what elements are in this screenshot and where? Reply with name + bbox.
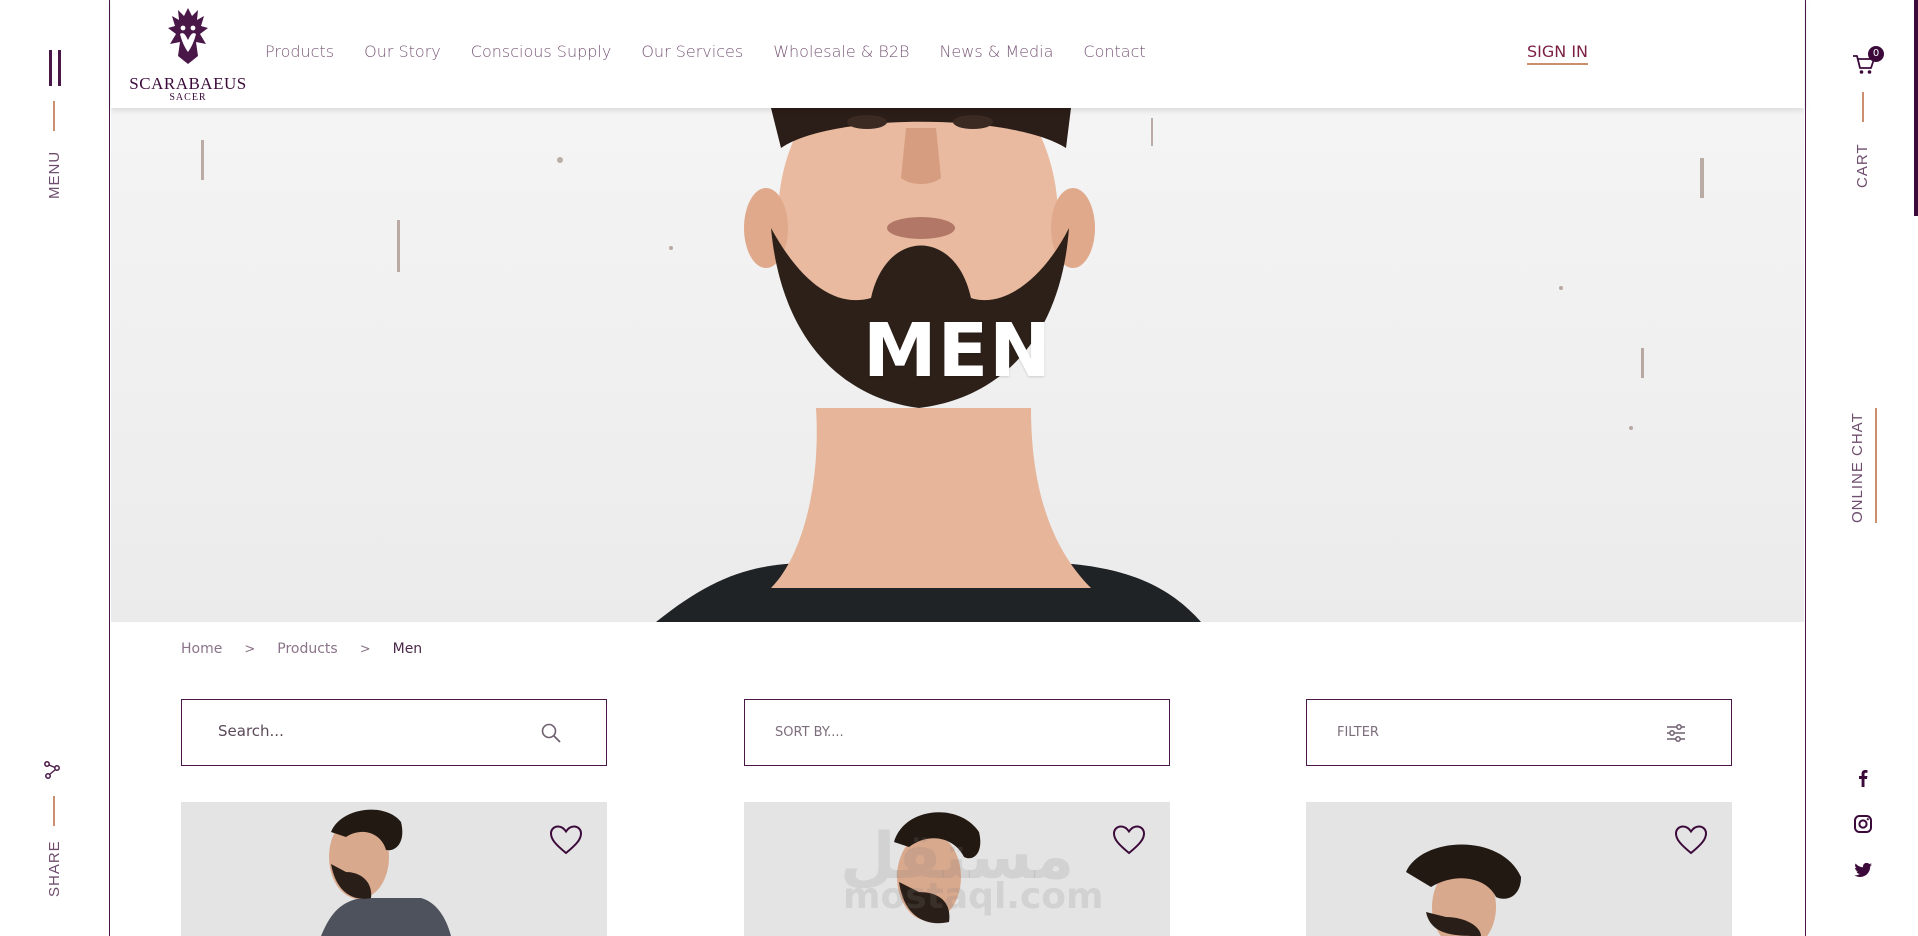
wishlist-heart-icon[interactable]: [1674, 824, 1708, 856]
search-box: [181, 699, 607, 766]
search-input[interactable]: [218, 722, 518, 740]
filter-sliders-icon: [1667, 724, 1685, 742]
filter-button[interactable]: FILTER: [1306, 699, 1732, 766]
twitter-icon[interactable]: [1853, 860, 1873, 880]
menu-label[interactable]: MENU: [46, 151, 64, 199]
site-header: SCARABAEUS SACER Products Our Story Cons…: [111, 0, 1804, 108]
cart-button[interactable]: 0: [1852, 46, 1886, 78]
breadcrumb-home[interactable]: Home: [181, 641, 222, 657]
nav-our-story[interactable]: Our Story: [364, 42, 441, 61]
breadcrumb-separator-icon: >: [244, 641, 256, 657]
product-card[interactable]: [181, 802, 607, 936]
menu-bar-icon: [49, 50, 52, 86]
wishlist-heart-icon[interactable]: [1112, 824, 1146, 856]
left-rail: MENU SHARE: [0, 0, 110, 936]
breadcrumb-separator-icon: >: [359, 641, 371, 657]
search-icon[interactable]: [540, 722, 562, 744]
instagram-icon[interactable]: [1853, 814, 1873, 834]
product-image: [321, 809, 451, 936]
share-label[interactable]: SHARE: [46, 840, 64, 897]
menu-bar-icon: [58, 50, 61, 86]
brand-name: SCARABAEUS: [129, 74, 247, 93]
share-accent-line: [53, 796, 55, 826]
product-image: [1406, 844, 1521, 936]
nav-conscious-supply[interactable]: Conscious Supply: [471, 42, 612, 61]
product-card[interactable]: [1306, 802, 1732, 936]
nav-products[interactable]: Products: [265, 42, 334, 61]
sort-dropdown[interactable]: SORT BY....: [744, 699, 1170, 766]
nav-our-services[interactable]: Our Services: [641, 42, 743, 61]
nav-wholesale-b2b[interactable]: Wholesale & B2B: [773, 42, 909, 61]
scroll-indicator: [1914, 0, 1918, 216]
wishlist-heart-icon[interactable]: [549, 824, 583, 856]
breadcrumb-products[interactable]: Products: [277, 641, 337, 657]
breadcrumb: Home > Products > Men: [181, 641, 422, 657]
brand-logo[interactable]: SCARABAEUS SACER: [123, 4, 253, 104]
menu-accent-line: [53, 101, 55, 131]
cart-count-badge: 0: [1868, 46, 1884, 62]
scarab-logo-icon: [168, 8, 208, 64]
hero-title: MEN: [862, 308, 1053, 394]
sign-in-link[interactable]: SIGN IN: [1527, 42, 1589, 65]
breadcrumb-current: Men: [392, 641, 423, 657]
nav-contact[interactable]: Contact: [1083, 42, 1145, 61]
filter-label: FILTER: [1337, 725, 1379, 740]
watermark-latin: mostaql.com: [843, 876, 1104, 917]
online-chat-button[interactable]: ONLINE CHAT: [1849, 411, 1867, 523]
cart-accent-line: [1862, 92, 1864, 122]
sort-label: SORT BY....: [775, 725, 844, 740]
facebook-icon[interactable]: [1853, 768, 1873, 788]
menu-toggle-button[interactable]: [49, 50, 61, 86]
hero-banner: MEN: [111, 108, 1804, 622]
cart-label[interactable]: CART: [1854, 143, 1872, 188]
brand-subtitle: SACER: [169, 92, 207, 103]
online-chat-accent-line: [1875, 408, 1877, 523]
nav-news-media[interactable]: News & Media: [939, 42, 1053, 61]
main-nav: Products Our Story Conscious Supply Our …: [265, 42, 1176, 61]
right-rail: 0 CART ONLINE CHAT: [1805, 0, 1918, 936]
share-icon[interactable]: [43, 760, 63, 780]
